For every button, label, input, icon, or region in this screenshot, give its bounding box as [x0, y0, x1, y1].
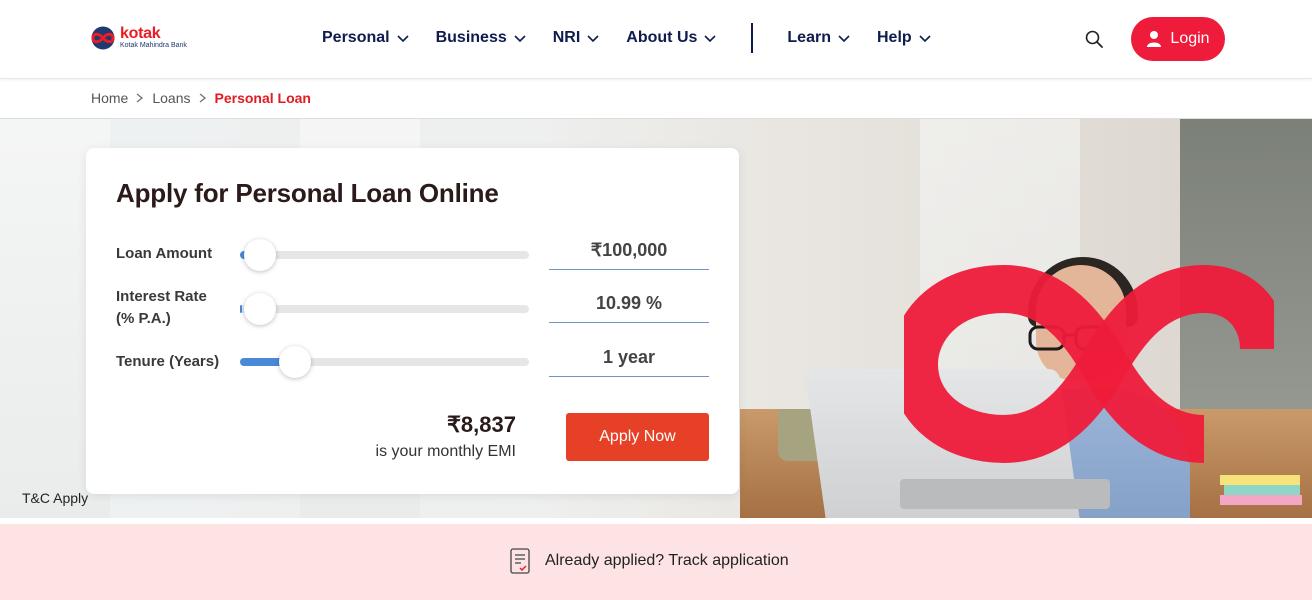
nav-help[interactable]: Help	[877, 29, 932, 47]
loan-amount-label: Loan Amount	[116, 245, 213, 262]
interest-rate-slider-thumb[interactable]	[244, 293, 276, 325]
loan-amount-slider[interactable]	[240, 239, 529, 271]
logo-sub-text: Kotak Mahindra Bank	[120, 42, 187, 49]
interest-rate-label: Interest Rate (% P.A.)	[116, 286, 207, 330]
nav-personal-label: Personal	[322, 29, 390, 46]
nav-learn[interactable]: Learn	[787, 29, 851, 47]
logo-brand-text: kotak	[120, 25, 161, 42]
calculator-title: Apply for Personal Loan Online	[116, 178, 499, 208]
nav-help-label: Help	[876, 29, 912, 46]
site-header: kotak Kotak Mahindra Bank Personal Busin…	[0, 0, 1312, 79]
tenure-slider-thumb[interactable]	[278, 346, 311, 378]
kotak-infinity-logo-icon	[904, 264, 1274, 464]
tnc-note: T&C Apply	[22, 490, 89, 506]
breadcrumb-home[interactable]: Home	[91, 90, 128, 106]
chevron-down-icon	[514, 35, 526, 43]
chevron-down-icon	[587, 35, 599, 43]
interest-rate-label-line2: (% P.A.)	[116, 310, 171, 327]
login-label: Login	[1170, 30, 1210, 47]
kotak-logo-icon	[91, 26, 115, 50]
track-application-label: Already applied? Track application	[545, 552, 789, 569]
nav-business[interactable]: Business	[436, 29, 527, 47]
user-icon	[1147, 31, 1162, 47]
search-icon[interactable]	[1084, 29, 1104, 49]
hero-laptop-keyboard	[900, 479, 1110, 509]
kotak-logo[interactable]: kotak Kotak Mahindra Bank	[88, 26, 187, 50]
chevron-right-icon	[136, 93, 144, 103]
nav-learn-label: Learn	[787, 29, 831, 46]
interest-rate-slider[interactable]	[240, 293, 529, 325]
emi-amount: ₹8,837	[446, 412, 516, 437]
interest-rate-slider-fill	[240, 305, 242, 313]
sticky-notes-icon	[1220, 475, 1302, 505]
login-button[interactable]: Login	[1131, 17, 1225, 61]
emi-label: is your monthly EMI	[375, 443, 516, 460]
loan-amount-slider-thumb[interactable]	[244, 239, 276, 271]
interest-rate-label-line1: Interest Rate	[116, 288, 207, 305]
breadcrumb: Home Loans Personal Loan	[91, 90, 311, 106]
nav-divider	[751, 23, 754, 53]
track-application-link[interactable]: Already applied? Track application	[509, 548, 789, 574]
breadcrumb-current: Personal Loan	[214, 90, 311, 106]
nav-about-us-label: About Us	[626, 29, 698, 46]
interest-rate-input[interactable]: 10.99 %	[549, 285, 709, 323]
main-nav: Personal Business NRI About Us Learn Hel…	[322, 23, 932, 53]
nav-nri-label: NRI	[552, 29, 581, 46]
tenure-label: Tenure (Years)	[116, 353, 220, 370]
document-check-icon	[510, 548, 530, 574]
breadcrumb-loans[interactable]: Loans	[152, 90, 190, 106]
tenure-input[interactable]: 1 year	[549, 339, 709, 377]
nav-about-us[interactable]: About Us	[626, 29, 717, 47]
chevron-right-icon	[199, 93, 206, 103]
chevron-down-icon	[704, 35, 716, 43]
loan-amount-input[interactable]: ₹100,000	[549, 232, 709, 270]
nav-personal[interactable]: Personal	[322, 29, 410, 47]
apply-now-button[interactable]: Apply Now	[566, 413, 709, 461]
nav-business-label: Business	[435, 29, 507, 46]
nav-nri[interactable]: NRI	[553, 29, 601, 47]
chevron-down-icon	[838, 35, 850, 43]
chevron-down-icon	[919, 35, 931, 43]
tenure-slider[interactable]	[240, 346, 529, 378]
track-application-bar: Already applied? Track application	[0, 524, 1312, 600]
loan-calculator-card: Apply for Personal Loan Online Loan Amou…	[86, 148, 739, 494]
chevron-down-icon	[397, 35, 409, 43]
